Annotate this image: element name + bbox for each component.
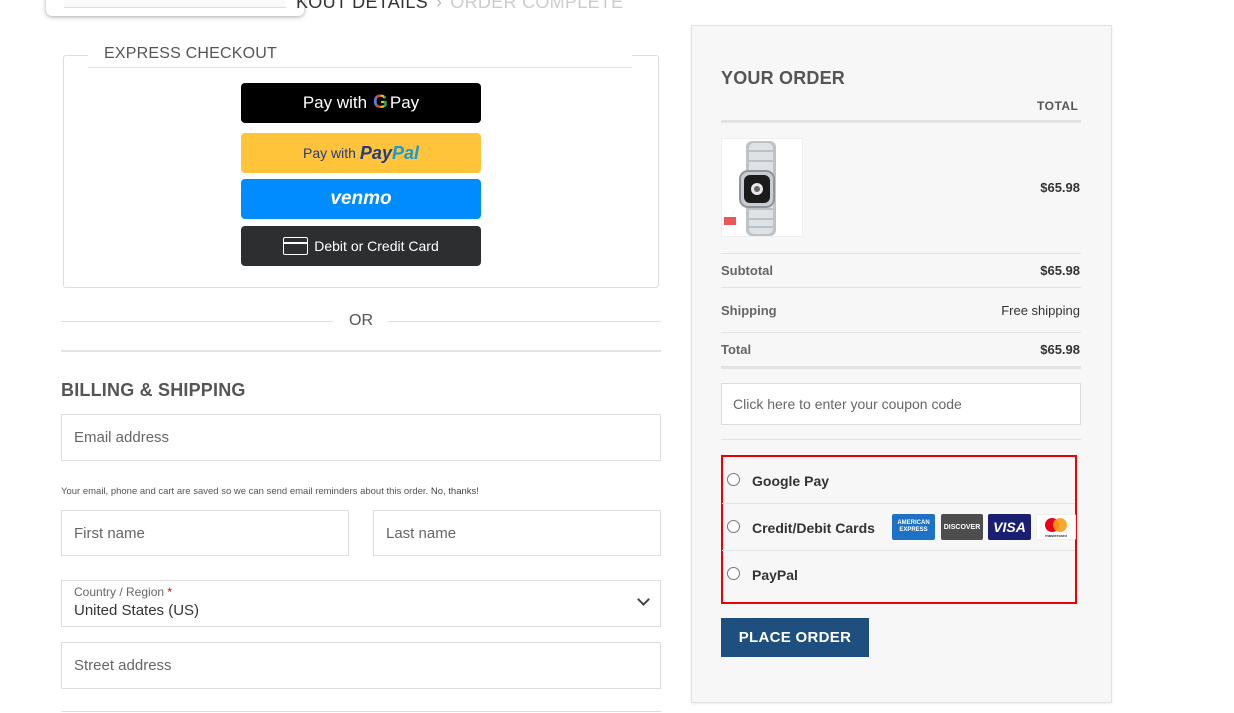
mastercard-logo-icon: mastercard [1036,514,1076,540]
order-title: YOUR ORDER [721,68,846,88]
debit-credit-card-button[interactable]: Debit or Credit Card [241,226,481,266]
country-label: Country / Region * [74,585,173,599]
total-column-header: TOTAL [1037,99,1079,113]
payment-method-google-pay[interactable]: Google Pay [722,458,1075,504]
express-checkout-legend: EXPRESS CHECKOUT [88,44,632,68]
payment-method-paypal[interactable]: PayPal [722,551,1075,597]
total-label: Total [721,342,752,357]
breadcrumb: KOUT DETAILS › ORDER COMPLETE [296,0,624,13]
divider [721,332,1081,333]
section-divider [61,350,661,352]
coupon-toggle[interactable]: Click here to enter your coupon code [721,383,1081,425]
or-divider-left [61,321,333,322]
divider [721,253,1081,254]
form-bottom-divider [61,711,661,712]
visa-logo-icon: VISA [988,514,1031,540]
google-g-icon: G [373,92,388,113]
paypal-radio[interactable] [727,567,740,580]
svg-text:mastercard: mastercard [1045,533,1067,538]
country-select[interactable]: Country / Region * United States (US) [61,580,661,627]
chevron-down-icon [637,593,650,606]
google-pay-button[interactable]: Pay with G Pay [241,83,481,123]
order-header-divider [721,120,1081,123]
place-order-button[interactable]: PLACE ORDER [721,618,869,657]
shipping-value: Free shipping [1001,303,1080,318]
country-value: United States (US) [74,602,200,619]
last-name-field[interactable]: Last name [373,510,661,556]
google-pay-label: Google Pay [752,473,830,489]
venmo-button[interactable]: venmo [241,179,481,219]
google-pay-radio[interactable] [727,473,740,486]
breadcrumb-next: ORDER COMPLETE [450,0,624,12]
subtotal-label: Subtotal [721,263,773,278]
subtotal-value: $65.98 [1040,263,1080,278]
or-divider-right [388,321,661,322]
divider [721,366,1081,369]
credit-debit-label: Credit/Debit Cards [752,520,875,536]
discover-logo-icon: DISCOVER [941,514,983,540]
first-name-field[interactable]: First name [61,510,349,556]
paypal-logo-icon: PayPal [359,142,419,163]
amex-logo-icon: AMERICAN EXPRESS [892,514,935,540]
shipping-label: Shipping [721,303,777,318]
product-thumbnail [721,138,803,237]
email-field[interactable]: Email address [61,414,661,461]
billing-shipping-title: BILLING & SHIPPING [61,380,246,400]
paypal-label: PayPal [752,567,798,583]
divider [721,439,1081,440]
street-address-field[interactable]: Street address [61,642,661,689]
email-reminder-notice: Your email, phone and cart are saved so … [61,486,479,497]
divider [721,287,1081,288]
total-value: $65.98 [1040,342,1080,357]
credit-debit-radio[interactable] [727,520,740,533]
no-thanks-link[interactable]: No, thanks! [431,486,479,497]
credit-card-icon [283,237,309,255]
paypal-button[interactable]: Pay with PayPal [241,133,481,173]
or-separator: OR [349,312,373,329]
product-price: $65.98 [1040,180,1080,195]
breadcrumb-separator: › [435,0,443,12]
page-preview-thumbnail [46,0,304,16]
breadcrumb-current: KOUT DETAILS [296,0,428,12]
